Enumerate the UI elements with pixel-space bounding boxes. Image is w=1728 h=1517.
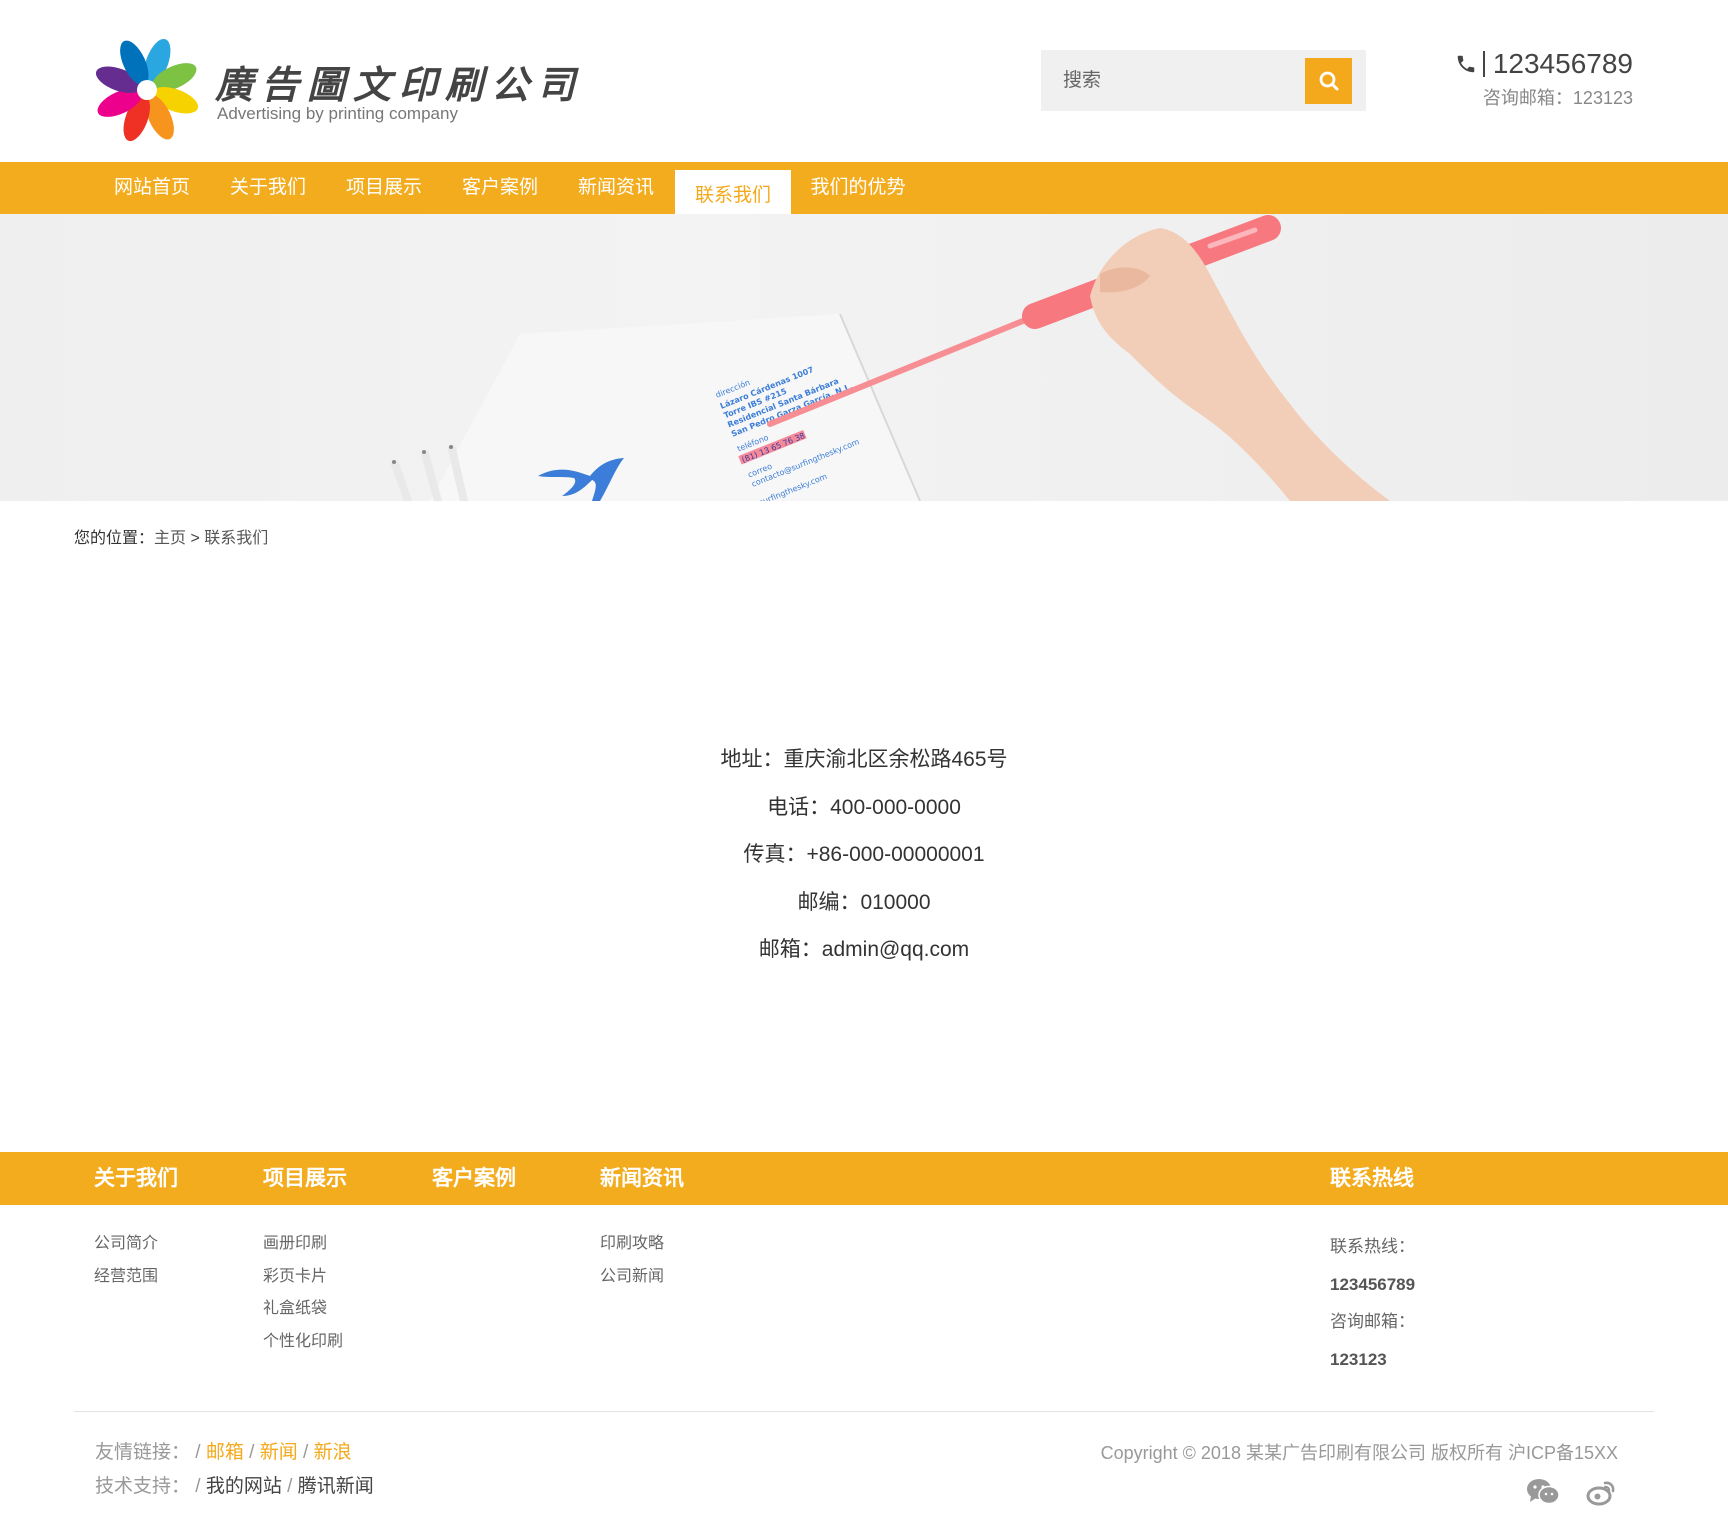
flower-logo-icon [95,38,199,142]
main-nav: 网站首页 关于我们 项目展示 客户案例 新闻资讯 联系我们 我们的优势 [0,162,1728,222]
friend-links-row: 友情链接： / 邮箱 / 新闻 / 新浪 [95,1442,352,1463]
footer-hotline: 联系热线： 123456789 咨询邮箱： 123123 [1330,1228,1415,1379]
search-button[interactable] [1305,58,1352,104]
nav-item-projects[interactable]: 项目展示 [330,162,438,214]
contact-info: 地址：重庆渝北区余松路465号 电话：400-000-0000 传真：+86-0… [0,740,1728,978]
footer-link[interactable]: 印刷攻略 [600,1228,664,1261]
footer-divider [74,1411,1654,1412]
wechat-icon[interactable] [1526,1478,1560,1506]
header-phone-number: 123456789 [1492,48,1633,79]
hotline-label: 联系热线： [1330,1237,1415,1256]
search-input[interactable] [1041,50,1303,111]
footer-column-about: 公司简介 经营范围 [94,1228,158,1293]
social-links [1526,1478,1616,1506]
contact-zip: 邮编：010000 [797,890,931,914]
phone-icon [1457,55,1475,73]
logo-subtitle: Advertising by printing company [217,104,458,123]
friend-links-label: 友情链接： [95,1442,191,1463]
header-phone: 123456789 [1455,48,1633,80]
nav-item-home[interactable]: 网站首页 [98,162,206,214]
tech-support-row: 技术支持： / 我的网站 / 腾讯新闻 [95,1476,374,1497]
footer-title-news[interactable]: 新闻资讯 [600,1152,684,1205]
breadcrumb-label: 您的位置： [74,530,155,547]
copyright: Copyright © 2018 某某广告印刷有限公司 版权所有 沪ICP备15… [1100,1443,1618,1463]
logo-title: 廣告圖文印刷公司 [215,62,584,107]
contact-phone: 电话：400-000-0000 [767,795,961,819]
footer-link[interactable]: 彩页卡片 [263,1261,343,1294]
nav-item-cases[interactable]: 客户案例 [446,162,554,214]
footer-title-projects[interactable]: 项目展示 [263,1152,347,1205]
nav-item-news[interactable]: 新闻资讯 [562,162,670,214]
friend-link[interactable]: 邮箱 [206,1442,244,1463]
nav-item-advantages[interactable]: 我们的优势 [800,162,916,214]
hotline-email-value: 123123 [1330,1350,1387,1370]
footer-link[interactable]: 画册印刷 [263,1228,343,1261]
search-box [1041,50,1366,111]
footer-link[interactable]: 经营范围 [94,1261,158,1294]
footer-column-projects: 画册印刷 彩页卡片 礼盒纸袋 个性化印刷 [263,1228,343,1358]
company-logo[interactable]: 廣告圖文印刷公司 Advertising by printing company [95,34,575,144]
contact-email: 邮箱：admin@qq.com [758,938,970,961]
nav-item-about[interactable]: 关于我们 [214,162,322,214]
tech-link[interactable]: 腾讯新闻 [298,1476,374,1497]
weibo-icon[interactable] [1586,1478,1616,1506]
footer-title-hotline: 联系热线 [1330,1167,1414,1190]
footer-title-cases[interactable]: 客户案例 [432,1152,516,1205]
footer-links: 友情链接： / 邮箱 / 新闻 / 新浪 技术支持： / 我的网站 / 腾讯新闻 [95,1436,374,1504]
footer-link[interactable]: 公司新闻 [600,1261,664,1294]
contact-address: 地址：重庆渝北区余松路465号 [720,748,1008,771]
footer-title-about[interactable]: 关于我们 [94,1152,178,1205]
footer-link[interactable]: 公司简介 [94,1228,158,1261]
footer-column-news: 印刷攻略 公司新闻 [600,1228,664,1293]
banner-illustration: dirección Lázaro Cárdenas 1007 Torre IBS… [391,215,1390,501]
tech-support-label: 技术支持： [95,1476,191,1497]
hotline-number: 123456789 [1330,1274,1416,1294]
site-header: 廣告圖文印刷公司 Advertising by printing company… [0,0,1728,162]
tech-link[interactable]: 我的网站 [206,1476,282,1497]
breadcrumb-home-link[interactable]: 主页 [154,530,186,547]
footer-link[interactable]: 个性化印刷 [263,1326,343,1359]
footer-link[interactable]: 礼盒纸袋 [263,1293,343,1326]
breadcrumb-current-link[interactable]: 联系我们 [204,530,268,547]
search-icon [1319,71,1338,91]
header-contact: 123456789 咨询邮箱：123123 [1455,48,1633,110]
friend-link[interactable]: 新浪 [314,1442,352,1463]
header-email: 咨询邮箱：123123 [1482,88,1633,108]
breadcrumb-separator: > [190,530,200,547]
breadcrumb: 您的位置：主页 > 联系我们 [74,524,268,548]
friend-link[interactable]: 新闻 [260,1442,298,1463]
hero-banner: dirección Lázaro Cárdenas 1007 Torre IBS… [0,214,1728,501]
contact-fax: 传真：+86-000-00000001 [743,843,985,866]
footer-bar: 关于我们 项目展示 客户案例 新闻资讯 联系热线 [0,1152,1728,1205]
hotline-email-label: 咨询邮箱： [1330,1312,1415,1332]
phone-separator [1482,51,1485,77]
